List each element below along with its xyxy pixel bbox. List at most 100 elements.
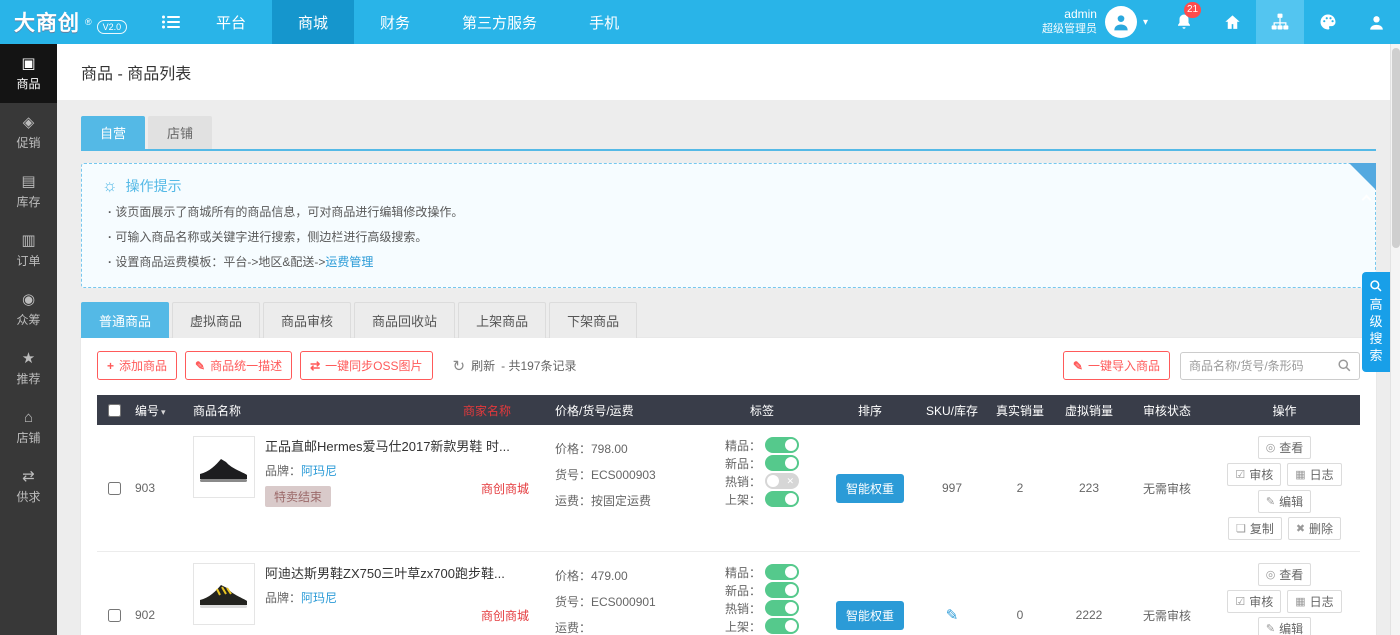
nav-item-mall[interactable]: 商城 [272, 0, 354, 44]
logo-text: 大商创 [14, 7, 80, 37]
shop-icon: ⌂ [24, 410, 33, 425]
audit-button[interactable]: ☑审核 [1227, 590, 1281, 613]
edit-button[interactable]: ✎编辑 [1258, 490, 1311, 513]
toggle-on[interactable] [765, 455, 799, 471]
toggle-knob [785, 584, 797, 596]
tab-off-shelf[interactable]: 下架商品 [549, 302, 637, 338]
supply-icon: ⇄ [22, 469, 35, 484]
copy-button[interactable]: ❏复制 [1228, 517, 1282, 540]
toggle-on[interactable] [765, 491, 799, 507]
import-goods-button[interactable]: ✎ 一键导入商品 [1063, 351, 1170, 380]
smart-weight-button[interactable]: 智能权重 [836, 474, 904, 503]
sale-tag: 特卖结束 [265, 486, 331, 507]
tab-goods-recycle[interactable]: 商品回收站 [354, 302, 455, 338]
brand-link[interactable]: 阿玛尼 [301, 591, 337, 605]
product-name[interactable]: 阿迪达斯男鞋ZX750三叶草zx700跑步鞋... [265, 563, 505, 582]
chevron-down-icon[interactable]: ▾ [1143, 17, 1148, 28]
header-real-sales: 真实销量 [987, 402, 1053, 419]
toggle-on[interactable] [765, 600, 799, 616]
add-goods-button[interactable]: + 添加商品 [97, 351, 177, 380]
edit-button[interactable]: ✎编辑 [1258, 617, 1311, 635]
sitemap-button[interactable] [1256, 0, 1304, 44]
edit-stock-icon[interactable]: ✎ [946, 607, 959, 624]
header-name: 商品名称 [189, 402, 459, 419]
toggle-on[interactable] [765, 437, 799, 453]
nav-item-thirdparty[interactable]: 第三方服务 [436, 0, 563, 44]
toggle-knob [785, 566, 797, 578]
app-logo[interactable]: 大商创® V2.0 [0, 0, 152, 44]
log-button[interactable]: ▦日志 [1287, 590, 1341, 613]
shipping-management-link[interactable]: 运费管理 [325, 255, 373, 269]
home-icon [1223, 13, 1242, 32]
nav-item-mobile[interactable]: 手机 [563, 0, 645, 44]
tab-virtual-goods[interactable]: 虚拟商品 [172, 302, 260, 338]
tab-goods-audit[interactable]: 商品审核 [263, 302, 351, 338]
product-name[interactable]: 正品直邮Hermes爱马仕2017新款男鞋 时... [265, 436, 510, 455]
log-button[interactable]: ▦日志 [1287, 463, 1341, 486]
table-body: 903正品直邮Hermes爱马仕2017新款男鞋 时...品牌：阿玛尼特卖结束商… [97, 425, 1360, 635]
unified-description-button[interactable]: ✎ 商品统一描述 [185, 351, 292, 380]
theme-button[interactable] [1304, 0, 1352, 44]
scrollbar[interactable] [1390, 44, 1400, 635]
nav-item-finance[interactable]: 财务 [354, 0, 436, 44]
sidebar-label: 店铺 [16, 429, 40, 446]
scrollbar-thumb[interactable] [1392, 48, 1400, 248]
home-button[interactable] [1208, 0, 1256, 44]
notifications-button[interactable]: 21 [1160, 0, 1208, 44]
tab-self-operated[interactable]: 自营 [81, 116, 145, 149]
product-image[interactable] [193, 563, 255, 625]
search-input[interactable] [1181, 359, 1329, 373]
sync-oss-button[interactable]: ⇄ 一键同步OSS图片 [300, 351, 432, 380]
view-button[interactable]: ◎查看 [1258, 436, 1312, 459]
plus-icon: + [107, 359, 114, 373]
smart-weight-button[interactable]: 智能权重 [836, 601, 904, 630]
sidebar-label: 商品 [16, 75, 40, 92]
avatar[interactable] [1105, 6, 1137, 38]
product-image[interactable] [193, 436, 255, 498]
sidebar-item-shop[interactable]: ⌂ 店铺 [0, 398, 57, 457]
tab-store[interactable]: 店铺 [148, 116, 212, 149]
menu-icon[interactable] [152, 0, 190, 44]
audit-button[interactable]: ☑审核 [1227, 463, 1281, 486]
search-button[interactable] [1329, 353, 1359, 379]
header-tags: 标签 [701, 402, 823, 419]
tag-row: 新品： [705, 581, 819, 599]
store-type-tabs: 自营 店铺 [81, 116, 1376, 151]
refresh-control[interactable]: ↻ 刷新 - 共197条记录 [453, 357, 577, 375]
sidebar-item-goods[interactable]: ▣ 商品 [0, 44, 57, 103]
sidebar-item-promotion[interactable]: ◈ 促销 [0, 103, 57, 162]
merchant-link[interactable]: 商创商城 [459, 607, 551, 624]
row-checkbox[interactable] [108, 482, 121, 495]
tag-row: 上架： [705, 490, 819, 508]
toggle-on[interactable] [765, 618, 799, 634]
sidebar-item-stock[interactable]: ▤ 库存 [0, 162, 57, 221]
table-row: 902阿迪达斯男鞋ZX750三叶草zx700跑步鞋...品牌：阿玛尼商创商城价格… [97, 552, 1360, 635]
toggle-on[interactable] [765, 564, 799, 580]
tab-normal-goods[interactable]: 普通商品 [81, 302, 169, 338]
nav-item-platform[interactable]: 平台 [190, 0, 272, 44]
toggle-off[interactable] [765, 473, 799, 489]
advanced-search-button[interactable]: 高级搜索 [1362, 272, 1390, 372]
toggle-knob [785, 620, 797, 632]
delete-button[interactable]: ✖删除 [1288, 517, 1341, 540]
view-button[interactable]: ◎查看 [1258, 563, 1312, 586]
op-row: ☑审核 ▦日志 [1227, 463, 1341, 486]
merchant-link[interactable]: 商创商城 [459, 480, 551, 497]
tip-box: ☼ 操作提示 该页面展示了商城所有的商品信息，可对商品进行编辑修改操作。 可输入… [81, 163, 1376, 288]
collapse-tip-button[interactable] [1349, 163, 1376, 190]
select-all-checkbox[interactable] [108, 404, 121, 417]
op-label: 日志 [1310, 593, 1334, 610]
sidebar-item-crowdfunding[interactable]: ◉ 众筹 [0, 280, 57, 339]
sidebar-item-orders[interactable]: ▥ 订单 [0, 221, 57, 280]
op-row: ✎编辑 [1258, 617, 1311, 635]
sidebar-item-recommend[interactable]: ★ 推荐 [0, 339, 57, 398]
content: 自营 店铺 ☼ 操作提示 该页面展示了商城所有的商品信息，可对商品进行编辑修改操… [57, 100, 1400, 635]
toggle-on[interactable] [765, 582, 799, 598]
header-id[interactable]: 编号▾ [131, 402, 189, 419]
tab-on-shelf[interactable]: 上架商品 [458, 302, 546, 338]
sidebar-item-supply[interactable]: ⇄ 供求 [0, 457, 57, 516]
brand-link[interactable]: 阿玛尼 [301, 464, 337, 478]
row-checkbox[interactable] [108, 609, 121, 622]
profile-button[interactable] [1352, 0, 1400, 44]
checkbox-cell [97, 482, 131, 495]
